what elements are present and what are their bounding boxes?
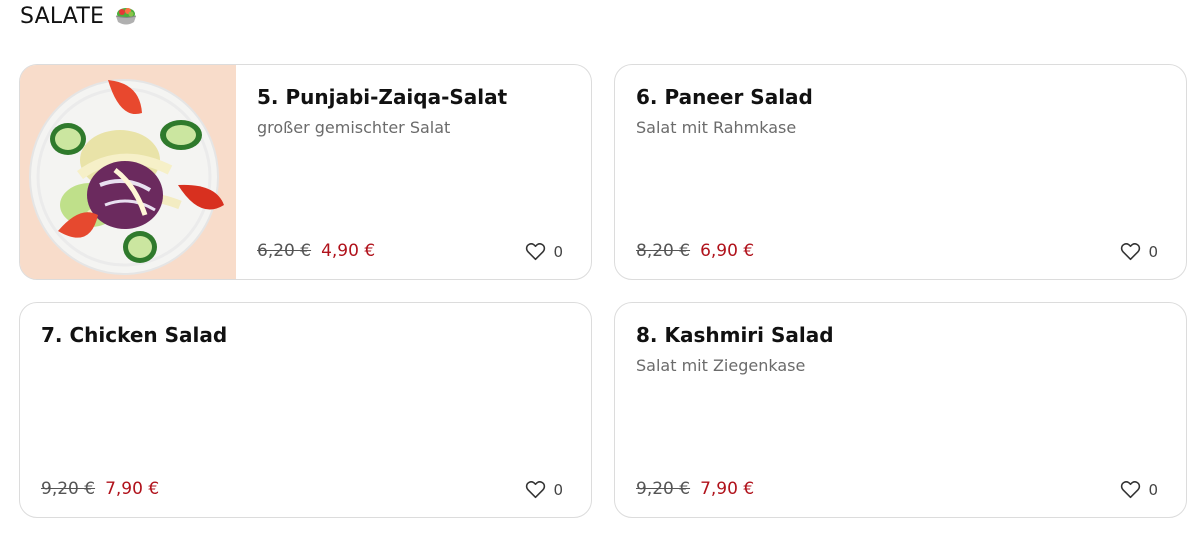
price-row: 9,20 € 7,90 € <box>41 479 159 499</box>
like-count: 0 <box>1148 242 1158 261</box>
menu-item-card[interactable]: 6. Paneer Salad Salat mit Rahmkase 8,20 … <box>614 64 1187 280</box>
salad-bowl-icon <box>115 8 137 25</box>
old-price: 6,20 € <box>257 241 312 261</box>
like-button[interactable]: 0 <box>525 242 563 261</box>
heart-icon <box>1121 243 1141 261</box>
item-description: großer gemischter Salat <box>257 118 451 137</box>
menu-item-body: 5. Punjabi-Zaiqa-Salat großer gemischter… <box>236 65 591 279</box>
old-price: 8,20 € <box>636 241 691 261</box>
menu-item-body: 6. Paneer Salad Salat mit Rahmkase 8,20 … <box>615 65 1186 279</box>
section-title: SALATE <box>20 3 105 29</box>
heart-icon <box>526 243 546 261</box>
item-title: 8. Kashmiri Salad <box>636 323 834 347</box>
old-price: 9,20 € <box>636 479 691 499</box>
menu-grid: 5. Punjabi-Zaiqa-Salat großer gemischter… <box>19 64 1187 518</box>
menu-item-card[interactable]: 8. Kashmiri Salad Salat mit Ziegenkase 9… <box>614 302 1187 518</box>
item-title: 6. Paneer Salad <box>636 85 813 109</box>
like-count: 0 <box>1148 480 1158 499</box>
item-title: 5. Punjabi-Zaiqa-Salat <box>257 85 508 109</box>
menu-item-body: 8. Kashmiri Salad Salat mit Ziegenkase 9… <box>615 303 1186 517</box>
current-price: 7,90 € <box>700 479 755 499</box>
heart-icon <box>1121 481 1141 499</box>
price-row: 8,20 € 6,90 € <box>636 241 754 261</box>
current-price: 4,90 € <box>321 241 376 261</box>
salad-photo <box>20 65 236 279</box>
item-title: 7. Chicken Salad <box>41 323 228 347</box>
price-row: 9,20 € 7,90 € <box>636 479 754 499</box>
menu-item-card[interactable]: 5. Punjabi-Zaiqa-Salat großer gemischter… <box>19 64 592 280</box>
old-price: 9,20 € <box>41 479 96 499</box>
like-button[interactable]: 0 <box>1120 480 1158 499</box>
like-button[interactable]: 0 <box>525 480 563 499</box>
menu-item-body: 7. Chicken Salad 9,20 € 7,90 € 0 <box>20 303 591 517</box>
menu-item-card[interactable]: 7. Chicken Salad 9,20 € 7,90 € 0 <box>19 302 592 518</box>
item-description: Salat mit Ziegenkase <box>636 356 806 375</box>
like-count: 0 <box>553 480 563 499</box>
like-count: 0 <box>553 242 563 261</box>
section-header: SALATE <box>20 2 138 30</box>
like-button[interactable]: 0 <box>1120 242 1158 261</box>
item-description: Salat mit Rahmkase <box>636 118 797 137</box>
heart-icon <box>526 481 546 499</box>
current-price: 6,90 € <box>700 241 755 261</box>
price-row: 6,20 € 4,90 € <box>257 241 375 261</box>
current-price: 7,90 € <box>105 479 160 499</box>
